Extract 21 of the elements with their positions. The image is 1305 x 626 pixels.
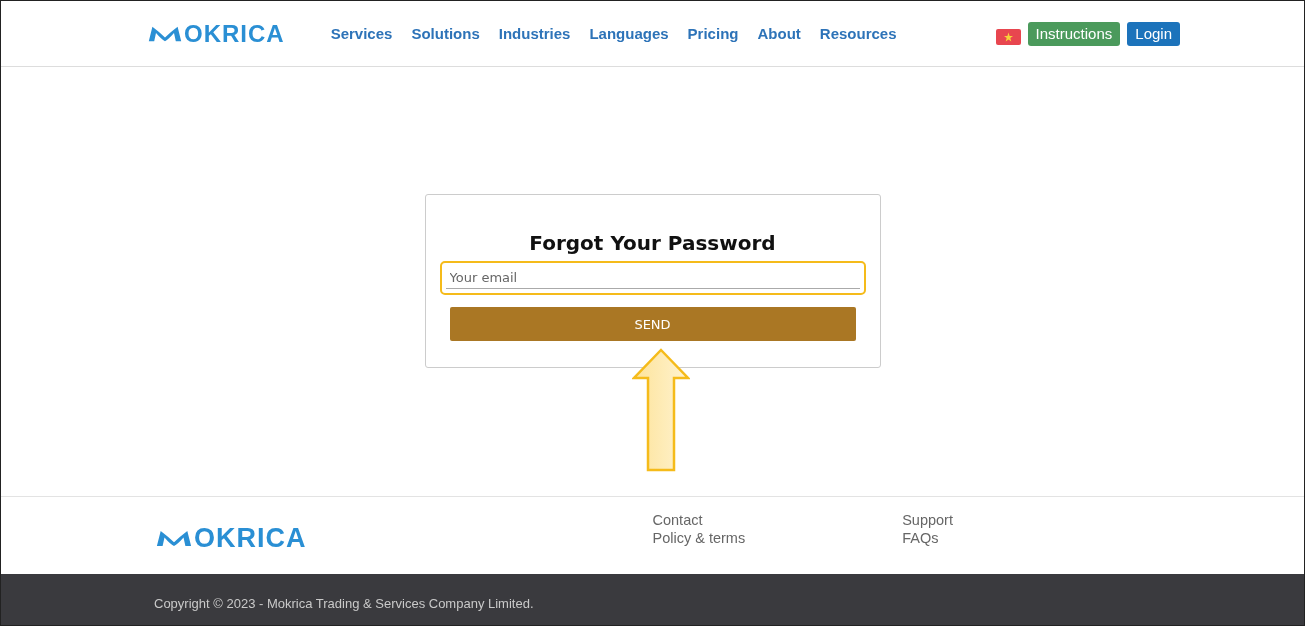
- nav-link[interactable]: Solutions: [411, 25, 480, 42]
- logo[interactable]: OKRICA: [147, 19, 285, 48]
- copyright-text: Copyright © 2023 - Mokrica Trading & Services Company Limited.: [154, 596, 534, 611]
- footer-link[interactable]: Policy & terms: [652, 530, 746, 546]
- footer-link[interactable]: Support: [902, 512, 953, 528]
- footer-link[interactable]: FAQs: [902, 530, 953, 546]
- nav-link[interactable]: Services: [330, 25, 393, 42]
- email-field[interactable]: Your email: [439, 261, 866, 295]
- flag-icon[interactable]: [995, 28, 1021, 45]
- nav-link[interactable]: Pricing: [687, 25, 739, 42]
- footer-link[interactable]: Contact: [652, 512, 746, 528]
- header-button[interactable]: Login: [1127, 21, 1180, 46]
- form-title: Forgot Your Password: [529, 231, 776, 255]
- nav-link[interactable]: Industries: [498, 25, 571, 42]
- footer-logo[interactable]: OKRICA: [155, 523, 307, 554]
- send-button[interactable]: SEND: [449, 307, 856, 341]
- nav-link[interactable]: Resources: [819, 25, 897, 42]
- arrow-icon: [632, 348, 690, 472]
- header-button[interactable]: Instructions: [1027, 21, 1121, 46]
- nav-link[interactable]: Languages: [589, 25, 669, 42]
- nav-link[interactable]: About: [757, 25, 801, 42]
